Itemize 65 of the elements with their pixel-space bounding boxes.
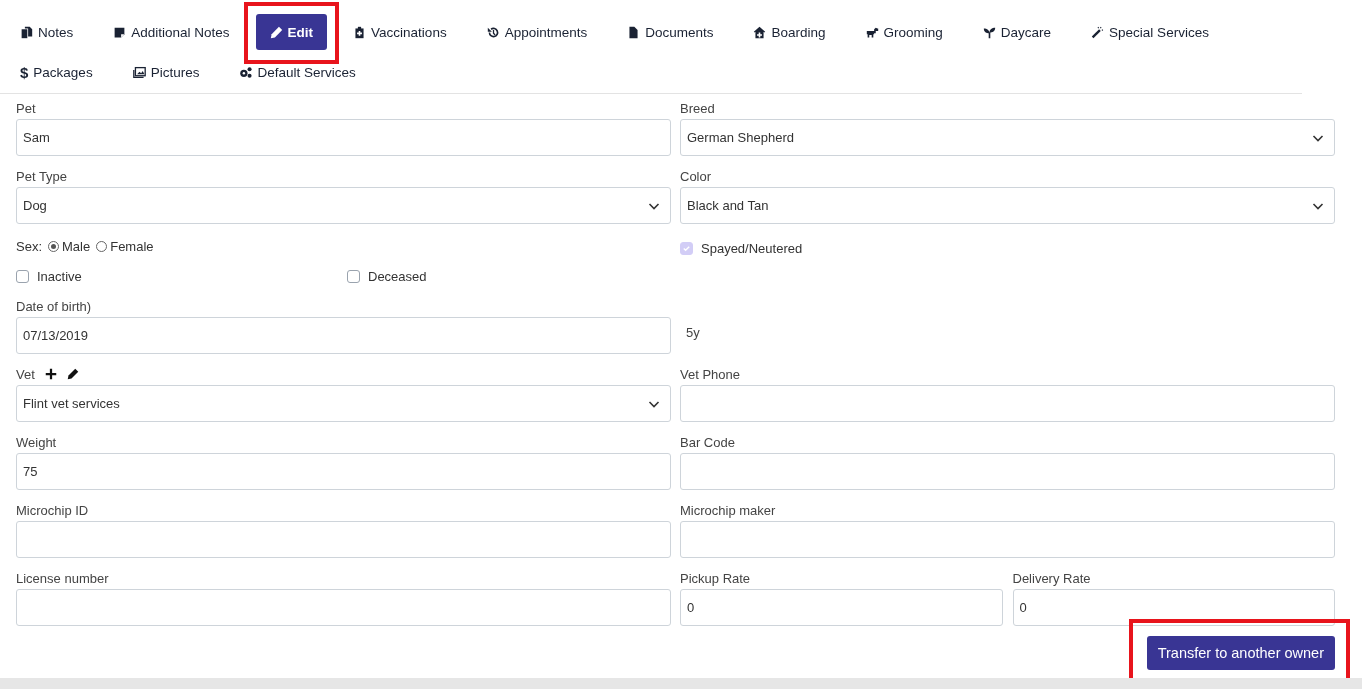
- history-icon: [486, 25, 500, 39]
- field-label: Pickup Rate: [680, 570, 751, 586]
- field-label: License number: [16, 570, 109, 586]
- checkbox-label: Deceased: [368, 268, 427, 284]
- tab[interactable]: Boarding: [739, 14, 840, 50]
- text-field[interactable]: 0: [680, 589, 1003, 626]
- text-field[interactable]: [680, 521, 1335, 558]
- checkbox[interactable]: [16, 269, 29, 283]
- tab[interactable]: Grooming: [851, 14, 957, 50]
- checkbox-label: Spayed/Neutered: [701, 240, 803, 256]
- dropdown-field[interactable]: Black and Tan: [680, 187, 1335, 224]
- house-icon: [753, 25, 767, 39]
- image-icon: [132, 65, 146, 79]
- checkbox[interactable]: [347, 269, 360, 283]
- text-field[interactable]: [680, 385, 1335, 422]
- text-field[interactable]: 07/13/2019: [16, 317, 671, 354]
- tab[interactable]: Notes: [6, 14, 88, 50]
- field-label: Sex:: [16, 238, 42, 254]
- document-icon: [627, 25, 641, 39]
- radio-label: Male: [62, 238, 91, 254]
- text-field[interactable]: [680, 453, 1335, 490]
- tab[interactable]: Default Services: [225, 54, 370, 90]
- magic-wand-icon: [1091, 25, 1105, 39]
- tab[interactable]: $ Packages: [6, 54, 107, 90]
- tab[interactable]: Vaccinations: [339, 14, 461, 50]
- field-label: Delivery Rate: [1012, 570, 1091, 586]
- pencil-icon[interactable]: [66, 368, 79, 380]
- tab[interactable]: Additional Notes: [99, 14, 244, 50]
- field-label: Breed: [680, 100, 715, 116]
- gears-icon: [239, 65, 253, 79]
- dropdown-field[interactable]: Flint vet services: [16, 385, 671, 422]
- transfer-button[interactable]: Transfer to another owner: [1146, 636, 1335, 670]
- sprout-icon: [982, 25, 996, 39]
- field-label: Vet Phone: [680, 366, 740, 382]
- tab[interactable]: Documents: [613, 14, 728, 50]
- field-label: Weight: [16, 434, 57, 450]
- text-field[interactable]: 0: [1012, 589, 1335, 626]
- text-field[interactable]: 75: [16, 453, 671, 490]
- tab[interactable]: Edit: [255, 14, 328, 50]
- tab[interactable]: Appointments: [472, 14, 602, 50]
- field-label: Pet Type: [16, 168, 68, 184]
- dropdown-field[interactable]: German Shepherd: [680, 119, 1335, 156]
- text-field[interactable]: [16, 589, 671, 626]
- radio-label: Female: [110, 238, 154, 254]
- clipboard-plus-icon: [353, 25, 367, 39]
- age-text: 5y: [686, 325, 700, 340]
- text-field[interactable]: [16, 521, 671, 558]
- field-label: Color: [680, 168, 712, 184]
- copy-icon: [20, 25, 33, 39]
- tab[interactable]: Special Services: [1077, 14, 1223, 50]
- dropdown-field[interactable]: Dog: [16, 187, 671, 224]
- field-label: Microchip maker: [680, 502, 776, 518]
- tab[interactable]: Pictures: [118, 54, 214, 90]
- text-field[interactable]: Sam: [16, 119, 671, 156]
- plus-icon[interactable]: [44, 368, 57, 380]
- field-label: Microchip ID: [16, 502, 89, 518]
- field-label: Vet: [16, 366, 35, 382]
- field-label: Date of birth): [16, 298, 92, 314]
- field-label: Pet: [16, 100, 36, 116]
- dog-icon: [865, 25, 879, 39]
- field-label: Bar Code: [680, 434, 735, 450]
- tab[interactable]: Daycare: [968, 14, 1066, 50]
- pencil-icon: [269, 25, 283, 39]
- note-icon: [113, 25, 127, 39]
- checkbox-label: Inactive: [37, 268, 82, 284]
